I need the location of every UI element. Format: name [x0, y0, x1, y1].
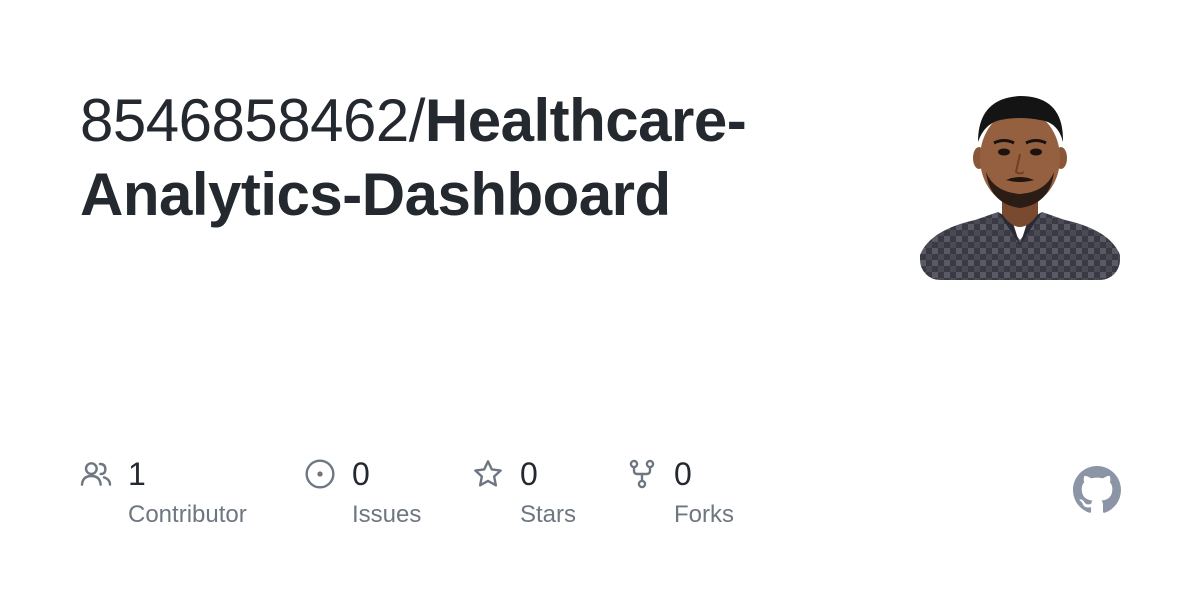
issues-label: Issues [352, 501, 422, 528]
stat-issues[interactable]: 0 Issues [304, 452, 454, 542]
repo-title[interactable]: 8546858462/Healthcare-Analytics-Dashboar… [80, 84, 880, 232]
contributors-count: 1 [128, 456, 146, 492]
stars-label: Stars [520, 501, 577, 528]
repo-forked-icon [629, 459, 655, 489]
stars-count: 0 [520, 456, 538, 492]
owner-avatar[interactable] [920, 80, 1120, 280]
stat-stars[interactable]: 0 Stars [472, 452, 602, 542]
avatar-portrait-image [920, 80, 1120, 280]
github-logo-icon[interactable] [1073, 466, 1121, 514]
stat-contributors[interactable]: 1 Contributor [80, 452, 280, 542]
contributors-label: Contributor [128, 501, 247, 528]
issues-count: 0 [352, 456, 370, 492]
issue-opened-icon [305, 459, 335, 489]
forks-label: Forks [674, 501, 734, 528]
repo-owner[interactable]: 8546858462/ [80, 87, 425, 154]
forks-count: 0 [674, 456, 692, 492]
stat-forks[interactable]: 0 Forks [626, 452, 756, 542]
star-icon [474, 460, 502, 487]
people-icon [80, 462, 112, 486]
